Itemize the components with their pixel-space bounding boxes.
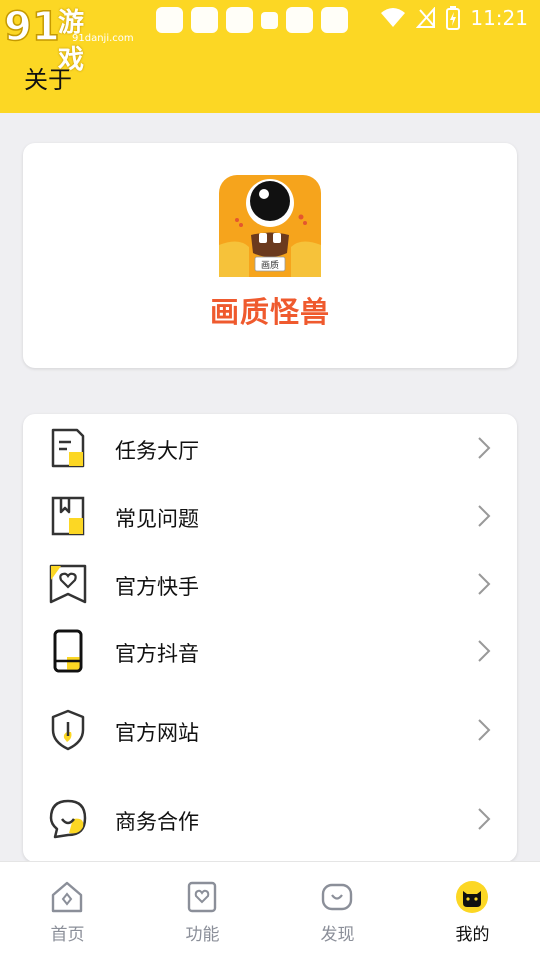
notification-square-icon bbox=[286, 7, 313, 33]
feature-heart-icon bbox=[187, 881, 217, 913]
menu-item-douyin[interactable]: 官方抖音 bbox=[23, 623, 517, 679]
tab-mine[interactable]: 我的 bbox=[405, 862, 540, 960]
menu-item-label: 官方网站 bbox=[115, 721, 199, 745]
kuaishou-heart-icon bbox=[49, 564, 87, 604]
notification-icons bbox=[156, 7, 348, 33]
menu-item-label: 官方抖音 bbox=[115, 642, 199, 666]
notification-square-icon bbox=[191, 7, 218, 33]
menu-item-label: 常见问题 bbox=[115, 507, 199, 531]
home-icon bbox=[51, 881, 83, 913]
faq-book-icon bbox=[51, 496, 85, 536]
app-info-card: 画质 画质怪兽 bbox=[23, 143, 517, 368]
phone-icon bbox=[53, 629, 83, 673]
chevron-right-icon bbox=[478, 640, 491, 662]
no-signal-icon bbox=[416, 7, 436, 28]
discover-icon bbox=[321, 883, 353, 911]
chevron-right-icon bbox=[478, 573, 491, 595]
watermark-subtext: 91danji.com bbox=[72, 33, 134, 44]
watermark-logo-icon: 91 bbox=[3, 3, 60, 51]
tab-home[interactable]: 首页 bbox=[0, 862, 135, 960]
chevron-right-icon bbox=[478, 505, 491, 527]
notification-square-icon bbox=[156, 7, 183, 33]
status-bar: 91 游戏 91danji.com 11:21 bbox=[0, 0, 540, 75]
menu-item-website[interactable]: 官方网站 bbox=[23, 702, 517, 758]
battery-charging-icon bbox=[446, 6, 461, 30]
chevron-right-icon bbox=[478, 808, 491, 830]
task-hall-icon bbox=[51, 428, 85, 468]
tab-label: 我的 bbox=[455, 925, 490, 945]
tab-features[interactable]: 功能 bbox=[135, 862, 270, 960]
menu-item-task-hall[interactable]: 任务大厅 bbox=[23, 420, 517, 476]
svg-text:91: 91 bbox=[4, 4, 60, 50]
chevron-right-icon bbox=[478, 719, 491, 741]
menu-item-business[interactable]: 商务合作 bbox=[23, 791, 517, 847]
svg-text:画质: 画质 bbox=[261, 259, 279, 271]
menu-item-faq[interactable]: 常见问题 bbox=[23, 488, 517, 544]
menu-item-label: 商务合作 bbox=[115, 810, 199, 834]
tab-label: 首页 bbox=[50, 925, 85, 945]
wifi-icon bbox=[381, 8, 406, 27]
chevron-right-icon bbox=[478, 437, 491, 459]
tab-label: 功能 bbox=[185, 925, 220, 945]
site-watermark: 91 游戏 91danji.com bbox=[2, 0, 133, 75]
menu-card: 任务大厅 常见问题 官方快手 官方抖音 官方网站 商务合作 bbox=[23, 414, 517, 862]
chat-bubble-icon bbox=[49, 799, 87, 839]
notification-square-icon bbox=[261, 12, 278, 29]
bottom-tab-bar: 首页 功能 发现 我的 bbox=[0, 861, 540, 960]
tab-label: 发现 bbox=[320, 925, 355, 945]
menu-item-label: 官方快手 bbox=[115, 575, 199, 599]
notification-square-icon bbox=[321, 7, 348, 33]
cat-avatar-icon bbox=[456, 881, 488, 913]
menu-item-label: 任务大厅 bbox=[115, 439, 199, 463]
app-name: 画质怪兽 bbox=[209, 295, 330, 329]
notification-square-icon bbox=[226, 7, 253, 33]
page-title: 关于 bbox=[24, 66, 72, 94]
app-logo-icon: 画质 bbox=[219, 175, 321, 277]
top-header: 91 游戏 91danji.com 11:21 关于 bbox=[0, 0, 540, 113]
status-right: 11:21 bbox=[380, 6, 528, 30]
shield-site-icon bbox=[51, 709, 85, 751]
menu-item-kuaishou[interactable]: 官方快手 bbox=[23, 556, 517, 612]
clock: 11:21 bbox=[470, 6, 528, 30]
tab-discover[interactable]: 发现 bbox=[270, 862, 405, 960]
